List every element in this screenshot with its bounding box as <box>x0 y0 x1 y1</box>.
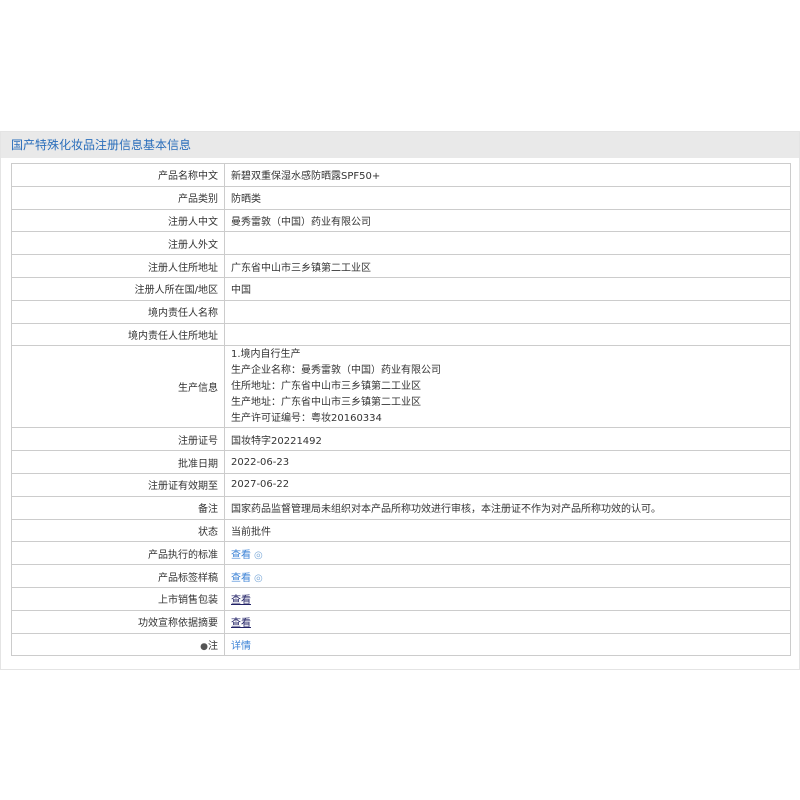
table-row: 产品名称中文 新碧双重保湿水感防晒露SPF50+ <box>11 163 791 187</box>
table-row: ●注 详情 <box>11 632 791 657</box>
row-value: 2027-06-22 <box>224 472 791 497</box>
table-row: 备注 国家药品监督管理局未组织对本产品所称功效进行审核，本注册证不作为对产品所称… <box>11 495 791 520</box>
row-label: 境内责任人住所地址 <box>11 322 225 347</box>
table-row: 注册人中文 曼秀雷敦（中国）药业有限公司 <box>11 208 791 233</box>
link-text: 查看 <box>231 572 251 584</box>
map-pin-icon: ● <box>200 641 208 652</box>
table-row: 注册证号 国妆特字20221492 <box>11 427 791 452</box>
row-value: 查看 ◎ <box>224 564 791 588</box>
row-value <box>224 322 791 347</box>
eye-icon: ◎ <box>254 549 263 561</box>
table-row: 注册人所在国/地区 中国 <box>11 276 791 301</box>
row-label: 注册人所在国/地区 <box>11 276 225 301</box>
table-row: 产品执行的标准 查看 ◎ <box>11 541 791 566</box>
row-value <box>224 231 791 256</box>
registration-info-panel: 国产特殊化妆品注册信息基本信息 产品名称中文 新碧双重保湿水感防晒露SPF50+… <box>0 131 800 670</box>
row-value: 曼秀雷敦（中国）药业有限公司 <box>224 208 791 233</box>
row-label: 产品执行的标准 <box>11 541 225 566</box>
row-label: 境内责任人名称 <box>11 299 225 324</box>
row-label: 产品类别 <box>11 185 225 210</box>
row-value: 中国 <box>224 276 791 301</box>
row-value: 查看 <box>224 609 791 634</box>
table-row: 产品类别 防晒类 <box>11 185 791 210</box>
view-sales-package-link[interactable]: 查看 <box>231 595 251 606</box>
row-label: 产品标签样稿 <box>11 564 225 588</box>
production-line: 1.境内自行生产 <box>231 348 301 360</box>
eye-icon: ◎ <box>254 572 263 584</box>
row-value: 当前批件 <box>224 518 791 543</box>
row-label: 上市销售包装 <box>11 586 225 611</box>
table-row: 上市销售包装 查看 <box>11 586 791 611</box>
row-value: 2022-06-23 <box>224 450 791 474</box>
row-value: 国妆特字20221492 <box>224 427 791 452</box>
row-value: 详情 <box>224 632 791 657</box>
row-label: 注册证有效期至 <box>11 472 225 497</box>
row-value <box>224 299 791 324</box>
table-row: 批准日期 2022-06-23 <box>11 450 791 474</box>
production-line: 住所地址：广东省中山市三乡镇第二工业区 <box>231 380 421 392</box>
details-link[interactable]: 详情 <box>231 641 251 652</box>
row-value: 国家药品监督管理局未组织对本产品所称功效进行审核，本注册证不作为对产品所称功效的… <box>224 495 791 520</box>
panel-title: 国产特殊化妆品注册信息基本信息 <box>1 132 799 158</box>
row-label: 备注 <box>11 495 225 520</box>
table-row: 产品标签样稿 查看 ◎ <box>11 564 791 588</box>
view-label-sample-link[interactable]: 查看 ◎ <box>231 573 263 584</box>
production-info: 1.境内自行生产 生产企业名称：曼秀雷敦（中国）药业有限公司 住所地址：广东省中… <box>224 345 791 429</box>
row-value: 查看 <box>224 586 791 611</box>
row-label: 生产信息 <box>11 345 225 429</box>
table-row: 功效宣称依据摘要 查看 <box>11 609 791 634</box>
row-label: 注册证号 <box>11 427 225 452</box>
production-line: 生产地址：广东省中山市三乡镇第二工业区 <box>231 396 421 408</box>
row-value: 广东省中山市三乡镇第二工业区 <box>224 254 791 278</box>
row-label: 批准日期 <box>11 450 225 474</box>
note-label: 注 <box>208 640 218 652</box>
view-efficacy-summary-link[interactable]: 查看 <box>231 618 251 629</box>
row-label: 注册人中文 <box>11 208 225 233</box>
table-row: 注册人住所地址 广东省中山市三乡镇第二工业区 <box>11 254 791 278</box>
view-standard-link[interactable]: 查看 ◎ <box>231 550 263 561</box>
table-row: 注册人外文 <box>11 231 791 256</box>
row-label: ●注 <box>11 632 225 657</box>
table-row: 境内责任人住所地址 <box>11 322 791 347</box>
row-value: 新碧双重保湿水感防晒露SPF50+ <box>224 163 791 187</box>
production-line: 生产许可证编号：粤妆20160334 <box>231 412 382 424</box>
table-row: 境内责任人名称 <box>11 299 791 324</box>
table-row-production: 生产信息 1.境内自行生产 生产企业名称：曼秀雷敦（中国）药业有限公司 住所地址… <box>11 345 791 429</box>
production-line: 生产企业名称：曼秀雷敦（中国）药业有限公司 <box>231 364 441 376</box>
info-table: 产品名称中文 新碧双重保湿水感防晒露SPF50+ 产品类别 防晒类 注册人中文 … <box>11 163 791 657</box>
row-label: 产品名称中文 <box>11 163 225 187</box>
table-row: 状态 当前批件 <box>11 518 791 543</box>
row-label: 功效宣称依据摘要 <box>11 609 225 634</box>
row-value: 防晒类 <box>224 185 791 210</box>
link-text: 查看 <box>231 549 251 561</box>
table-row: 注册证有效期至 2027-06-22 <box>11 472 791 497</box>
row-label: 注册人外文 <box>11 231 225 256</box>
row-value: 查看 ◎ <box>224 541 791 566</box>
row-label: 注册人住所地址 <box>11 254 225 278</box>
row-label: 状态 <box>11 518 225 543</box>
